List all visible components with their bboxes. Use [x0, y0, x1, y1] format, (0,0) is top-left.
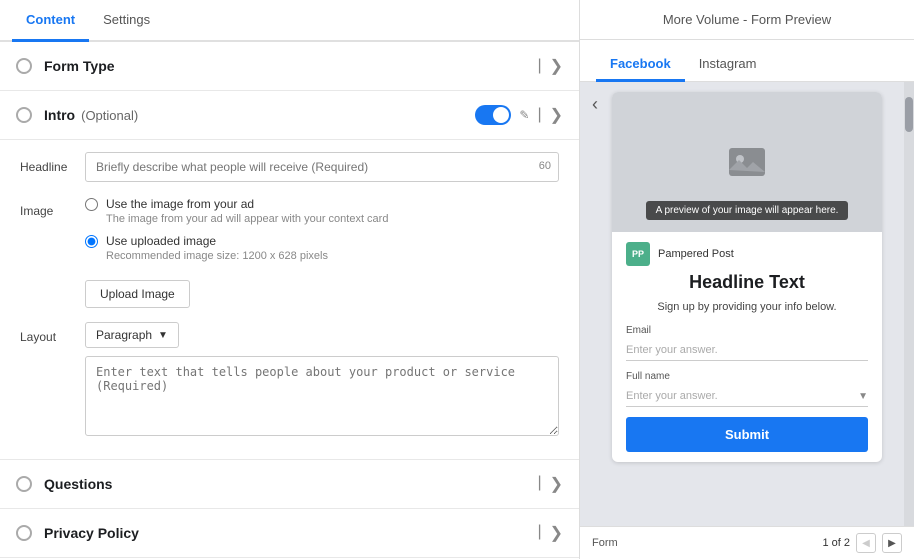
headline-row: Headline 60: [20, 152, 559, 182]
preview-tabs: Facebook Instagram: [580, 40, 914, 82]
dropdown-arrow-icon: ▼: [158, 330, 168, 341]
email-field: Email Enter your answer.: [626, 325, 868, 361]
privacy-section[interactable]: Privacy Policy | ❯: [0, 509, 579, 558]
preview-tab-facebook[interactable]: Facebook: [596, 48, 685, 82]
questions-title: Questions: [44, 476, 537, 492]
scroll-area: Form Type | ❯ Intro(Optional) ✎ | ❯: [0, 42, 579, 559]
preview-scrollbar[interactable]: [904, 82, 914, 526]
form-type-title: Form Type: [44, 58, 537, 74]
page-number: 1 of 2: [822, 537, 850, 549]
email-placeholder: Enter your answer.: [626, 344, 718, 356]
next-page-button[interactable]: ▶: [882, 533, 902, 553]
intro-expand-icon[interactable]: ❯: [550, 105, 563, 125]
intro-radio: [16, 107, 32, 123]
char-count: 60: [539, 160, 551, 172]
layout-row: Layout Paragraph ▼: [20, 322, 559, 439]
headline-label: Headline: [20, 152, 85, 174]
card-body: PP Pampered Post Headline Text Sign up b…: [612, 232, 882, 462]
fullname-chevron-icon: ▼: [858, 391, 868, 402]
preview-headline: Headline Text: [626, 272, 868, 293]
tab-content[interactable]: Content: [12, 0, 89, 42]
questions-icons: | ❯: [537, 474, 563, 494]
image-option-ad: Use the image from your ad The image fro…: [85, 196, 559, 225]
preview-tab-instagram[interactable]: Instagram: [685, 48, 771, 82]
image-preview-label: A preview of your image will appear here…: [646, 201, 849, 220]
fullname-placeholder: Enter your answer.: [626, 390, 718, 402]
form-type-section[interactable]: Form Type | ❯: [0, 42, 579, 91]
image-upload-label[interactable]: Use uploaded image: [106, 234, 216, 248]
layout-dropdown-label: Paragraph: [96, 328, 152, 342]
preview-header: More Volume - Form Preview: [580, 0, 914, 40]
fullname-field-label: Full name: [626, 371, 868, 382]
tab-settings[interactable]: Settings: [89, 0, 164, 42]
brand-name: Pampered Post: [658, 248, 734, 260]
intro-body: Headline 60 Image Use the image from you…: [0, 140, 579, 460]
submit-button[interactable]: Submit: [626, 417, 868, 452]
image-label: Image: [20, 196, 85, 218]
prev-page-button[interactable]: ◀: [856, 533, 876, 553]
intro-collapse-icon[interactable]: |: [537, 106, 541, 124]
image-options: Use the image from your ad The image fro…: [85, 196, 559, 308]
questions-expand-icon[interactable]: ❯: [550, 474, 563, 494]
upload-image-button[interactable]: Upload Image: [85, 280, 190, 308]
image-radio-upload[interactable]: [85, 235, 98, 248]
questions-collapse-icon[interactable]: |: [537, 474, 541, 494]
brand-icon: PP: [626, 242, 650, 266]
privacy-title: Privacy Policy: [44, 525, 537, 541]
image-ad-label[interactable]: Use the image from your ad: [106, 197, 254, 211]
footer-form-label: Form: [592, 537, 618, 549]
form-type-expand-icon[interactable]: ❯: [550, 56, 563, 76]
image-ad-subtext: The image from your ad will appear with …: [106, 213, 388, 225]
signup-text: Sign up by providing your info below.: [626, 301, 868, 313]
right-panel: More Volume - Form Preview Facebook Inst…: [580, 0, 914, 559]
left-panel: Content Settings Form Type | ❯ Intro(Opt…: [0, 0, 580, 559]
brand-row: PP Pampered Post: [626, 242, 868, 266]
back-arrow-icon[interactable]: ‹: [592, 94, 598, 115]
intro-right-icons: ✎ | ❯: [475, 105, 563, 125]
questions-radio: [16, 476, 32, 492]
preview-footer: Form 1 of 2 ◀ ▶: [580, 526, 914, 559]
privacy-collapse-icon[interactable]: |: [537, 523, 541, 543]
intro-title: Intro(Optional): [44, 107, 475, 123]
headline-input[interactable]: [85, 152, 559, 182]
form-type-collapse-icon[interactable]: |: [537, 57, 541, 75]
layout-label: Layout: [20, 322, 85, 344]
headline-input-wrap: 60: [85, 152, 559, 182]
preview-wrapper: ‹ A preview of your image will appear he…: [580, 82, 914, 526]
fullname-field-input[interactable]: Enter your answer. ▼: [626, 386, 868, 407]
form-type-radio: [16, 58, 32, 74]
tabs: Content Settings: [0, 0, 579, 42]
fullname-field: Full name Enter your answer. ▼: [626, 371, 868, 407]
form-type-icons: | ❯: [537, 56, 563, 76]
scrollbar-thumb: [905, 97, 913, 132]
questions-section[interactable]: Questions | ❯: [0, 460, 579, 509]
image-upload-subtext: Recommended image size: 1200 x 628 pixel…: [106, 250, 328, 262]
image-row: Image Use the image from your ad The ima…: [20, 196, 559, 308]
layout-content: Paragraph ▼: [85, 322, 559, 439]
layout-textarea[interactable]: [85, 356, 559, 436]
email-field-label: Email: [626, 325, 868, 336]
intro-edit-icon[interactable]: ✎: [519, 108, 529, 122]
intro-header[interactable]: Intro(Optional) ✎ | ❯: [0, 91, 579, 140]
intro-section: Intro(Optional) ✎ | ❯ Headline 60: [0, 91, 579, 460]
privacy-radio: [16, 525, 32, 541]
footer-nav: 1 of 2 ◀ ▶: [822, 533, 902, 553]
image-radio-ad[interactable]: [85, 198, 98, 211]
layout-dropdown[interactable]: Paragraph ▼: [85, 322, 179, 348]
privacy-expand-icon[interactable]: ❯: [550, 523, 563, 543]
preview-card: A preview of your image will appear here…: [612, 92, 882, 462]
privacy-icons: | ❯: [537, 523, 563, 543]
image-placeholder: A preview of your image will appear here…: [612, 92, 882, 232]
intro-toggle[interactable]: [475, 105, 511, 125]
preview-area: ‹ A preview of your image will appear he…: [580, 82, 914, 526]
email-field-input[interactable]: Enter your answer.: [626, 340, 868, 361]
image-icon: [723, 138, 771, 186]
image-option-upload: Use uploaded image Recommended image siz…: [85, 233, 559, 262]
